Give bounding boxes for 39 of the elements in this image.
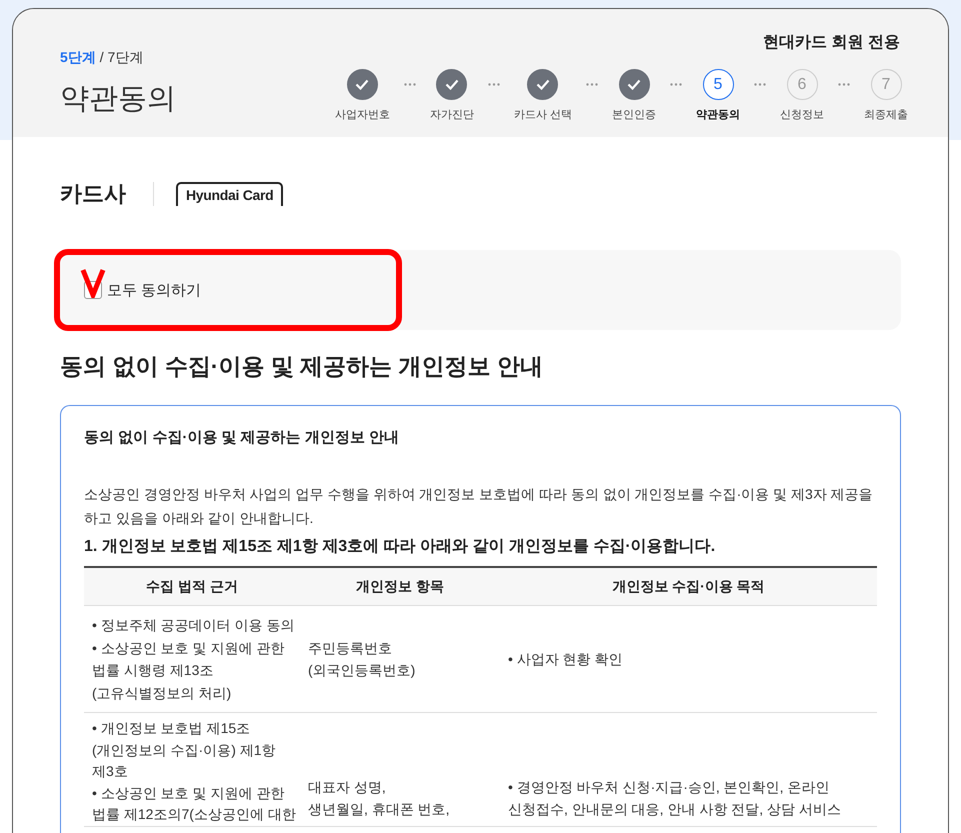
table-cell: • 사업자 현황 확인 <box>500 606 877 713</box>
card-logo: Hyundai Card <box>176 182 284 206</box>
table-header: 수집 법적 근거 <box>84 568 300 606</box>
step-counter: 5단계 / 7단계 <box>60 49 144 67</box>
check-icon <box>355 79 370 90</box>
table-cell: 대표자 성명, 생년월일, 휴대폰 번호, <box>300 713 500 826</box>
check-icon <box>536 79 550 90</box>
dots-icon <box>838 83 850 86</box>
page-title: 약관동의 <box>60 82 176 117</box>
step-label: 카드사 선택 <box>514 108 572 122</box>
dots-icon <box>754 83 766 86</box>
step-number: 6 <box>798 76 806 94</box>
notice-intro: 소상공인 경영안정 바우처 사업의 업무 수행을 위하여 개인정보 보호법에 따라 동의 없이 개인정보를 수집·이용 및 제3자 제공을 하고 있음을 아래와 같이 안내합니다. <box>84 485 874 528</box>
dots-icon <box>404 83 416 86</box>
step-number: 5 <box>714 76 722 94</box>
member-note: 현대카드 회원 전용 <box>763 33 900 53</box>
step-label: 본인인증 <box>612 108 656 122</box>
step-label: 최종제출 <box>864 108 908 122</box>
step-label: 신청정보 <box>780 108 824 122</box>
step-number: 7 <box>882 76 890 94</box>
section-title: 동의 없이 수집·이용 및 제공하는 개인정보 안내 <box>60 352 544 381</box>
step-label: 약관동의 <box>696 108 740 122</box>
table-cell: • 개인정보 보호법 제15조 (개인정보의 수집·이용) 제1항 제3호 • 소상공인 보호 및 지원에 관한 법률 제12조의7(소상공인에 대한 <box>84 713 300 826</box>
step-label: 자가진단 <box>430 108 474 122</box>
check-icon <box>444 79 459 90</box>
table-cell: • 정보주체 공공데이터 이용 동의 • 소상공인 보호 및 지원에 관한 법률 시행령 제13조 (고유식별정보의 처리) <box>84 606 300 713</box>
check-icon <box>627 79 641 90</box>
table-header: 개인정보 항목 <box>300 568 500 606</box>
card-company-label: 카드사 <box>60 180 126 208</box>
dots-icon <box>670 83 682 86</box>
table-cell: • 경영안정 바우처 신청·지급·승인, 본인확인, 온라인 신청접수, 안내문의 대응, 안내 사항 전달, 상담 서비스 <box>500 713 877 826</box>
step-label: 사업자번호 <box>334 108 390 122</box>
table-cell: 주민등록번호 (외국인등록번호) <box>300 606 500 713</box>
dots-icon <box>488 83 500 86</box>
notice-heading: 1. 개인정보 보호법 제15조 제1항 제3호에 따라 아래와 같이 개인정보를 수집·이용합니다. <box>84 537 716 557</box>
notice-title: 동의 없이 수집·이용 및 제공하는 개인정보 안내 <box>84 428 400 447</box>
dots-icon <box>586 83 598 86</box>
table-header: 개인정보 수집·이용 목적 <box>500 568 877 606</box>
agree-label[interactable]: 모두 동의하기 <box>107 280 202 300</box>
